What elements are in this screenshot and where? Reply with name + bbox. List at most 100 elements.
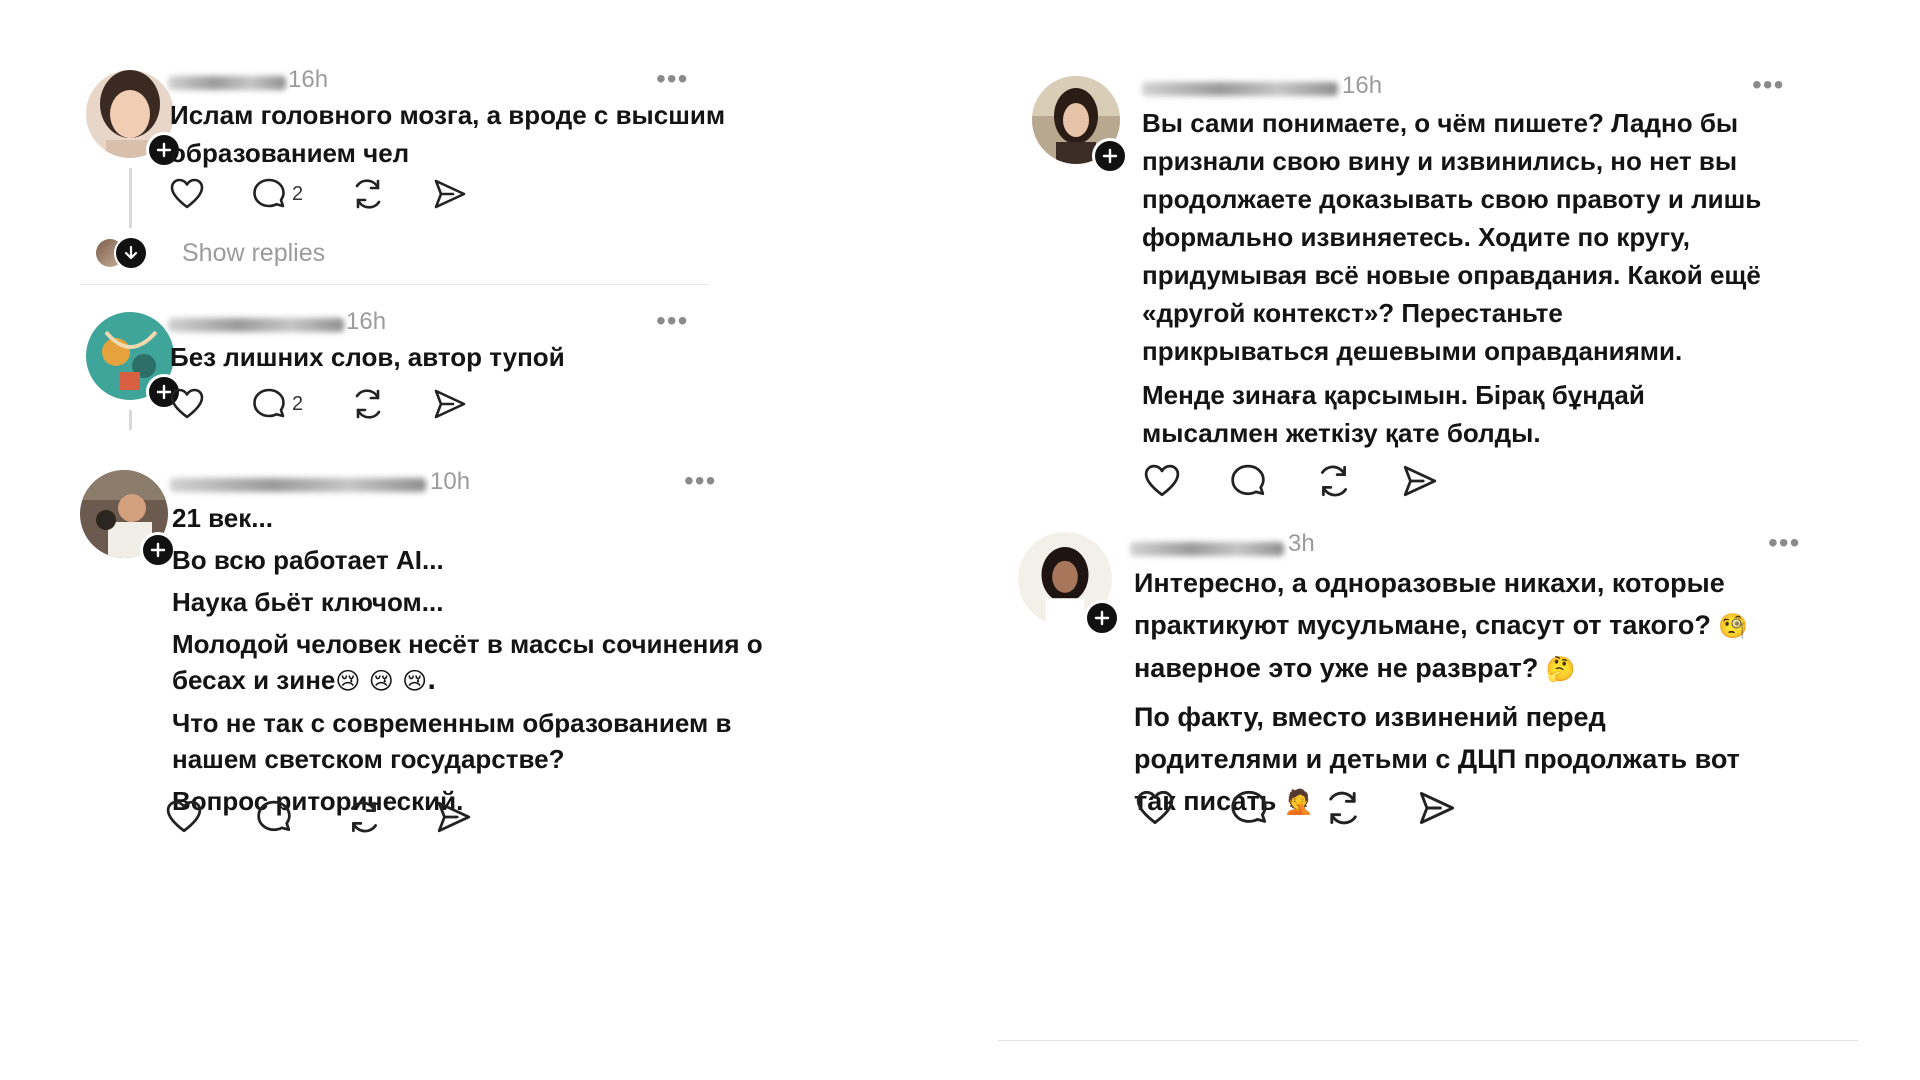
share-button[interactable] — [433, 388, 467, 420]
share-icon — [434, 179, 466, 209]
comment-button[interactable]: 2 — [252, 388, 303, 420]
avatar[interactable] — [86, 70, 182, 168]
repost-icon — [1320, 465, 1348, 497]
like-button[interactable] — [170, 178, 204, 210]
comment-post: 16h ••• Без лишних слов, автор тупой 2 — [86, 307, 866, 452]
like-button[interactable] — [170, 388, 204, 420]
comment-post: 16h ••• Ислам головного мозга, а вроде с… — [86, 65, 866, 290]
post-time: 16h — [288, 66, 329, 93]
post-line: Интересно, а одноразовые никахи, которые — [1134, 568, 1725, 598]
post-text: 21 век... Во всю работает AI... Наука бь… — [172, 500, 763, 819]
heart-icon — [166, 800, 202, 833]
username-blurred — [1130, 542, 1284, 556]
heart-icon — [170, 178, 204, 209]
post-text: Ислам головного мозга, а вроде с высшим … — [170, 96, 725, 172]
share-button[interactable] — [433, 178, 467, 210]
username-blurred — [168, 318, 344, 332]
repost-button[interactable] — [351, 388, 385, 420]
post-line: прикрываться дешевыми оправданиями. — [1142, 336, 1683, 366]
heart-icon — [170, 388, 204, 419]
follow-plus-icon[interactable] — [1084, 600, 1120, 636]
comment-post: 16h ••• Вы сами понимаете, о чём пишете?… — [1032, 71, 1872, 536]
repost-button[interactable] — [351, 178, 385, 210]
like-button[interactable] — [166, 800, 202, 834]
more-icon[interactable]: ••• — [1752, 71, 1784, 99]
like-button[interactable] — [1136, 790, 1174, 826]
follow-plus-icon[interactable] — [140, 532, 176, 568]
username-blurred — [170, 478, 426, 492]
more-icon[interactable]: ••• — [1768, 529, 1800, 557]
comment-post: 10h ••• 21 век... Во всю работает AI... … — [80, 467, 866, 1030]
post-line: Что не так с современным образованием в — [172, 708, 732, 738]
username-blurred — [168, 76, 286, 90]
share-button[interactable] — [1418, 790, 1456, 826]
post-line-text: практикуют мусульмане, спасут от такого? — [1134, 610, 1711, 640]
post-line: признали свою вину и извинились, но нет … — [1142, 146, 1738, 176]
post-time: 10h — [430, 468, 471, 495]
comment-icon — [253, 388, 285, 418]
thread-line — [129, 410, 132, 430]
show-replies-row[interactable]: Show replies — [96, 236, 325, 270]
repost-button[interactable] — [346, 800, 382, 834]
post-time: 3h — [1288, 530, 1315, 557]
avatar[interactable] — [86, 312, 182, 410]
divider — [80, 284, 708, 285]
post-line: Молодой человек несёт в массы сочинения … — [172, 629, 763, 659]
post-actions — [166, 800, 520, 834]
post-line: образованием чел — [170, 138, 410, 168]
post-line: наверное это уже не разврат? 🤔 — [1134, 647, 1748, 690]
heart-icon — [1136, 790, 1174, 824]
reply-count: 2 — [292, 182, 304, 205]
repost-button[interactable] — [1324, 790, 1362, 826]
heart-icon — [1144, 464, 1180, 497]
avatar[interactable] — [1032, 76, 1128, 174]
avatar[interactable] — [80, 470, 176, 568]
post-actions: 2 — [170, 388, 515, 420]
post-time: 16h — [346, 308, 387, 335]
post-text: Интересно, а одноразовые никахи, которые… — [1134, 562, 1748, 823]
share-icon — [1419, 792, 1455, 824]
arrow-down-icon — [114, 236, 148, 270]
post-line: бесах и зине😢 😢 😢. — [172, 662, 763, 699]
share-icon — [1403, 465, 1437, 497]
share-icon — [434, 389, 466, 419]
post-line: Наука бьёт ключом... — [172, 587, 444, 617]
comment-button[interactable]: 2 — [252, 178, 303, 210]
post-line: Ислам головного мозга, а вроде с высшим — [170, 100, 726, 130]
comment-post: 3h ••• Интересно, а одноразовые никахи, … — [1018, 529, 1872, 1002]
post-line: практикуют мусульмане, спасут от такого?… — [1134, 604, 1748, 647]
post-line: По факту, вместо извинений перед — [1134, 702, 1606, 732]
repost-icon — [350, 801, 378, 833]
comment-icon — [253, 178, 285, 208]
comment-button[interactable] — [1230, 464, 1266, 498]
post-text: Вы сами понимаете, о чём пишете? Ладно б… — [1142, 104, 1761, 452]
post-line: Менде зинаға қарсымын. Бірақ бұндай — [1142, 380, 1645, 410]
post-line: формально извиняетесь. Ходите по кругу, — [1142, 222, 1690, 252]
share-button[interactable] — [1402, 464, 1438, 498]
avatar[interactable] — [1018, 532, 1120, 636]
reply-count: 2 — [292, 392, 304, 415]
show-replies-link[interactable]: Show replies — [182, 239, 325, 268]
post-line: Во всю работает AI... — [172, 545, 444, 575]
repost-icon — [355, 179, 381, 209]
comment-icon — [257, 800, 291, 832]
more-icon[interactable]: ••• — [656, 65, 688, 93]
comment-icon — [1231, 464, 1265, 496]
share-button[interactable] — [436, 800, 472, 834]
post-line: придумывая всё новые оправдания. Какой е… — [1142, 260, 1761, 290]
post-line: «другой контекст»? Перестаньте — [1142, 298, 1563, 328]
post-line: мысалмен жеткізу қате болды. — [1142, 418, 1541, 448]
thread-line — [129, 168, 132, 228]
post-line: родителями и детьми с ДЦП продолжать вот — [1134, 744, 1740, 774]
post-line: 21 век... — [172, 503, 273, 533]
more-icon[interactable]: ••• — [684, 467, 716, 495]
like-button[interactable] — [1144, 464, 1180, 498]
comment-button[interactable] — [256, 800, 292, 834]
post-line: продолжаете доказывать свою правоту и ли… — [1142, 184, 1762, 214]
repost-icon — [1329, 791, 1357, 825]
follow-plus-icon[interactable] — [1092, 138, 1128, 174]
repost-button[interactable] — [1316, 464, 1352, 498]
post-line-text: бесах и зине — [172, 665, 336, 695]
more-icon[interactable]: ••• — [656, 307, 688, 335]
comment-button[interactable] — [1230, 790, 1268, 826]
